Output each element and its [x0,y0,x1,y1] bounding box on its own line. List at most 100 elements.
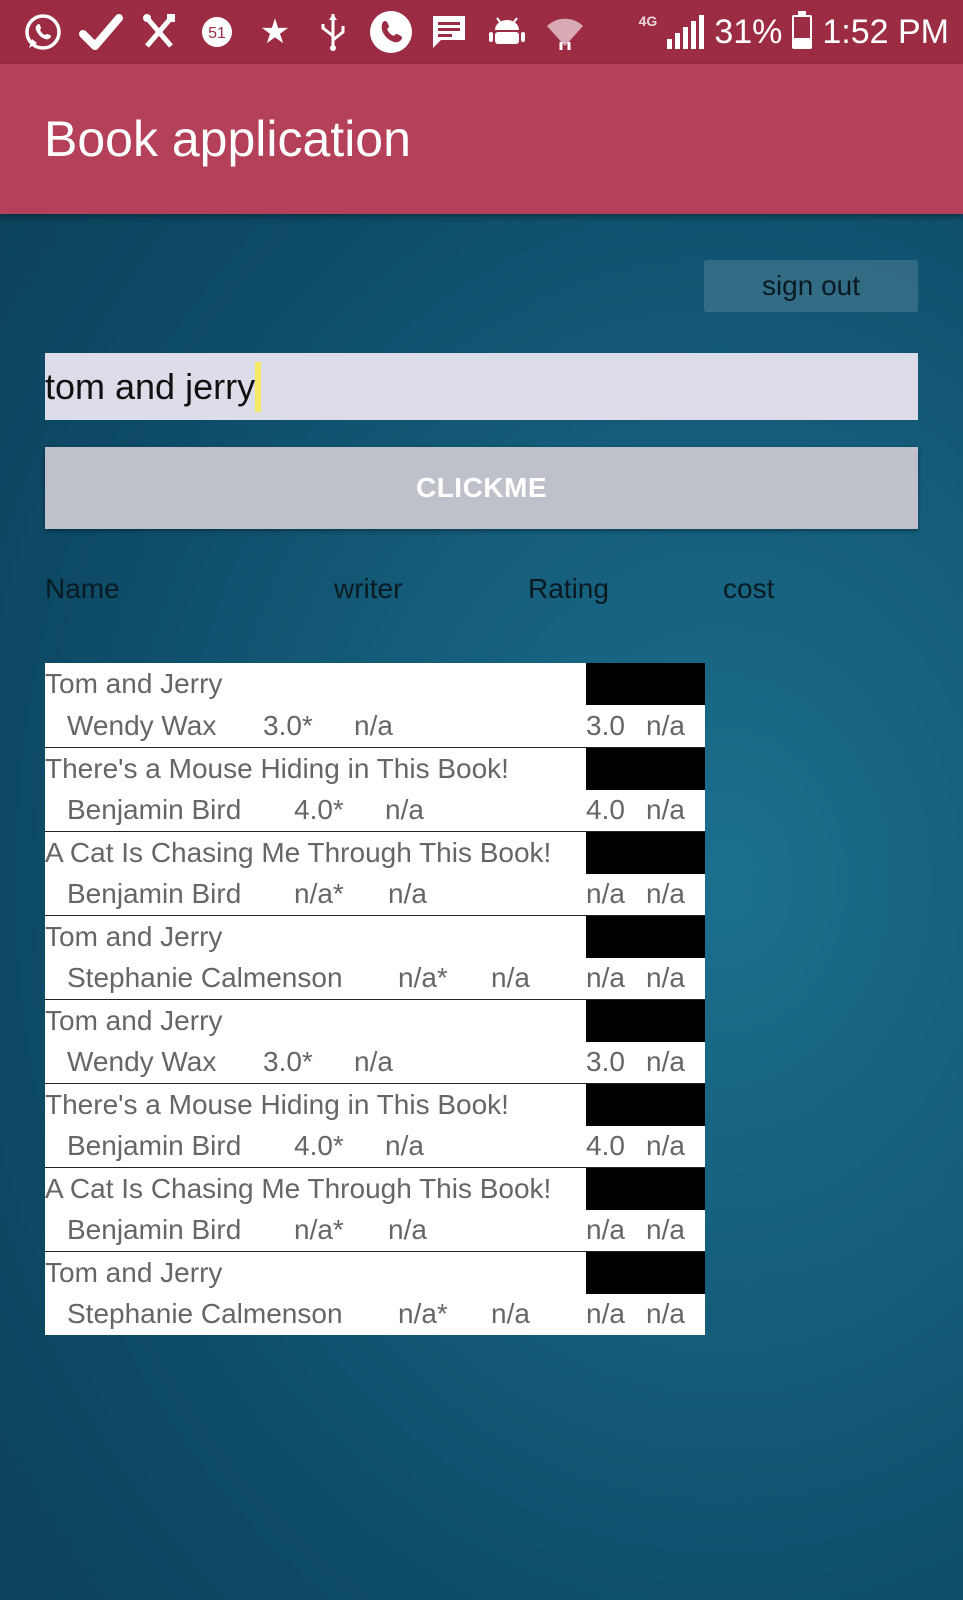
book-cost-value: n/a [646,878,685,909]
badge-51-icon: 51 [188,0,246,64]
book-rating: n/a* [398,962,448,993]
book-cost-value: n/a [646,1214,685,1245]
column-header-cost: cost [723,573,775,604]
status-bar: 51 ★ 4G 31% 1:52 PM [0,0,963,64]
usb-icon [304,0,362,64]
book-title: Tom and Jerry [45,1257,223,1288]
list-item-title-row[interactable]: There's a Mouse Hiding in This Book! [45,747,705,790]
list-item-title-row[interactable]: Tom and Jerry [45,1251,705,1294]
book-rating-value: n/a [586,878,625,909]
android-icon [478,0,536,64]
black-block [586,832,705,874]
book-rating-value: n/a [586,1214,625,1245]
book-title: Tom and Jerry [45,1005,223,1036]
black-block [586,1000,705,1042]
book-rating-value: 3.0 [586,710,625,741]
book-author: Stephanie Calmenson [67,1298,343,1329]
book-author: Benjamin Bird [67,794,242,825]
results-list: Tom and Jerry Wendy Wax 3.0* n/a 3.0 n/a… [45,663,705,1335]
column-header-writer: writer [334,573,403,604]
book-cost-value: n/a [646,794,685,825]
battery-icon [792,11,813,49]
list-item-title-row[interactable]: Tom and Jerry [45,663,705,705]
black-block [586,748,705,790]
check-icon [72,0,130,64]
book-cost: n/a [491,1298,530,1329]
list-item-detail-row[interactable]: Benjamin Bird n/a* n/a n/a n/a [45,873,705,915]
black-block [586,663,705,705]
book-title: Tom and Jerry [45,921,223,952]
book-cost-value: n/a [646,710,685,741]
tools-icon [130,0,188,64]
status-right: 4G 31% 1:52 PM [639,0,949,64]
book-rating-value: 3.0 [586,1046,625,1077]
book-rating: 3.0* [263,1046,313,1077]
book-title: A Cat Is Chasing Me Through This Book! [45,1173,552,1204]
book-cost: n/a [385,794,424,825]
book-cost-value: n/a [646,962,685,993]
list-item-title-row[interactable]: Tom and Jerry [45,999,705,1042]
book-title: There's a Mouse Hiding in This Book! [45,753,509,784]
book-rating: 4.0* [294,794,344,825]
book-cost: n/a [388,878,427,909]
book-title: A Cat Is Chasing Me Through This Book! [45,837,552,868]
book-author: Stephanie Calmenson [67,962,343,993]
list-item-detail-row[interactable]: Benjamin Bird 4.0* n/a 4.0 n/a [45,789,705,831]
book-rating: 4.0* [294,1130,344,1161]
book-author: Benjamin Bird [67,1214,242,1245]
signal-icon [667,15,705,49]
book-cost-value: n/a [646,1046,685,1077]
book-title: There's a Mouse Hiding in This Book! [45,1089,509,1120]
book-cost: n/a [388,1214,427,1245]
book-cost: n/a [354,1046,393,1077]
book-cost: n/a [354,710,393,741]
list-item-detail-row[interactable]: Wendy Wax 3.0* n/a 3.0 n/a [45,705,705,747]
badge-number: 51 [208,25,226,42]
app-bar: Book application [0,64,963,214]
book-title: Tom and Jerry [45,668,223,699]
book-cost: n/a [385,1130,424,1161]
column-header-name: Name [45,573,120,604]
black-block [586,1084,705,1126]
book-rating-value: 4.0 [586,1130,625,1161]
star-icon: ★ [259,13,291,51]
list-item-title-row[interactable]: Tom and Jerry [45,915,705,958]
list-item-detail-row[interactable]: Wendy Wax 3.0* n/a 3.0 n/a [45,1041,705,1083]
book-rating: n/a* [294,1214,344,1245]
list-item-detail-row[interactable]: Benjamin Bird 4.0* n/a 4.0 n/a [45,1125,705,1167]
phone-icon [362,0,420,64]
black-block [586,1252,705,1294]
app-title: Book application [44,111,411,167]
list-item-detail-row[interactable]: Stephanie Calmenson n/a* n/a n/a n/a [45,1293,705,1335]
book-author: Benjamin Bird [67,1130,242,1161]
network-type: 4G [638,13,658,29]
list-item-detail-row[interactable]: Stephanie Calmenson n/a* n/a n/a n/a [45,957,705,999]
text-cursor [255,361,262,412]
book-rating: 3.0* [263,710,313,741]
list-item-title-row[interactable]: A Cat Is Chasing Me Through This Book! [45,831,705,874]
book-author: Benjamin Bird [67,878,242,909]
clickme-button[interactable]: CLICKME [45,447,918,529]
list-item-detail-row[interactable]: Benjamin Bird n/a* n/a n/a n/a [45,1209,705,1251]
list-item-title-row[interactable]: A Cat Is Chasing Me Through This Book! [45,1167,705,1210]
book-rating-value: n/a [586,962,625,993]
whatsapp-icon [14,0,72,64]
column-header-rating: Rating [528,573,609,604]
wifi-icon [536,0,594,64]
sign-out-button[interactable]: sign out [704,260,918,312]
search-input[interactable]: tom and jerry [45,353,918,420]
book-author: Wendy Wax [67,710,217,741]
book-cost-value: n/a [646,1298,685,1329]
black-block [586,1168,705,1210]
battery-percent: 31% [714,12,783,51]
book-cost: n/a [491,962,530,993]
book-rating-value: n/a [586,1298,625,1329]
clock: 1:52 PM [822,12,949,51]
book-rating-value: 4.0 [586,794,625,825]
book-cost-value: n/a [646,1130,685,1161]
search-input-value: tom and jerry [45,365,256,407]
black-block [586,916,705,958]
list-item-title-row[interactable]: There's a Mouse Hiding in This Book! [45,1083,705,1126]
book-rating: n/a* [398,1298,448,1329]
book-rating: n/a* [294,878,344,909]
